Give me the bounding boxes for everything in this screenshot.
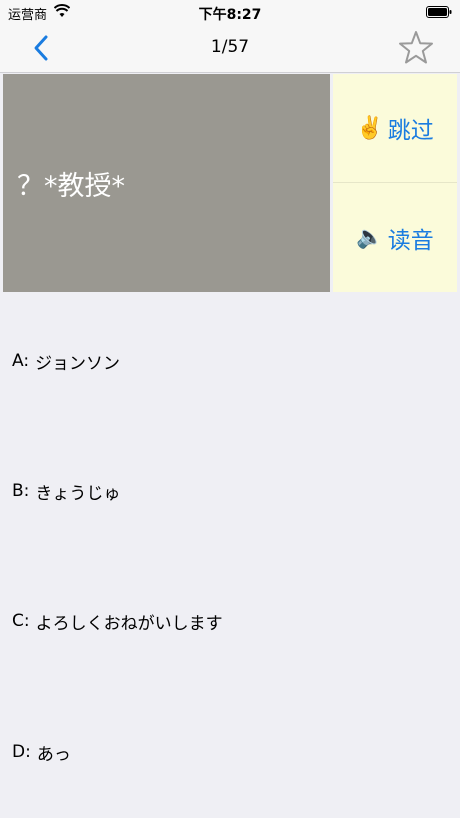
read-aloud-button[interactable]: 🔈 读音: [333, 183, 457, 292]
option-text: きょうじゅ: [35, 483, 121, 504]
navigation-bar: 1/57: [0, 24, 460, 73]
option-d[interactable]: D: あっ: [0, 707, 460, 797]
speaker-icon: 🔈: [356, 225, 384, 250]
option-letter: B:: [12, 481, 30, 501]
skip-button[interactable]: ✌️ 跳过: [333, 74, 457, 183]
option-text: よろしくおねがいします: [35, 613, 223, 634]
question-card: ？*教授*: [3, 74, 330, 292]
status-bar: 运营商 下午8:27: [0, 0, 460, 24]
option-text: ジョンソン: [35, 353, 121, 374]
page-title: 1/57: [210, 37, 250, 57]
option-letter: A:: [12, 351, 30, 371]
question-text: ？*教授*: [17, 170, 125, 202]
option-c[interactable]: C: よろしくおねがいします: [0, 576, 460, 666]
victory-hand-icon: ✌️: [356, 115, 384, 141]
battery-icon: [426, 6, 452, 18]
status-time: 下午8:27: [198, 7, 262, 23]
option-a[interactable]: A: ジョンソン: [0, 316, 460, 406]
star-icon[interactable]: [398, 30, 434, 66]
option-letter: D:: [12, 742, 31, 762]
option-text: あっ: [36, 744, 71, 765]
option-letter: C:: [12, 611, 30, 631]
read-aloud-label: 读音: [387, 227, 434, 254]
skip-label: 跳过: [387, 118, 434, 144]
option-b[interactable]: B: きょうじゅ: [0, 446, 460, 536]
